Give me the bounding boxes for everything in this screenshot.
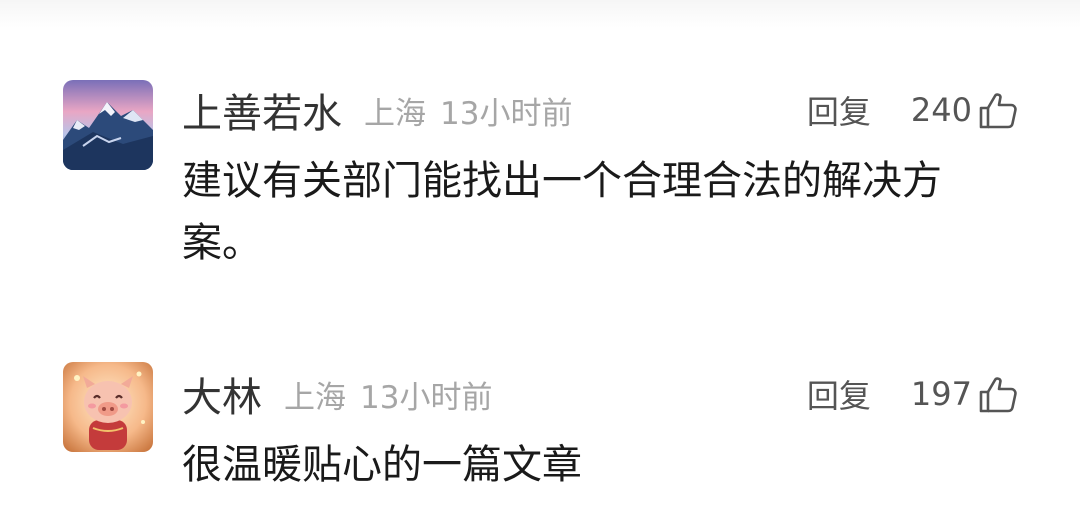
like-count: 240 [910,91,972,129]
location-label: 上海 [364,95,426,132]
like-button[interactable]: 240 [911,88,1020,132]
thumbs-up-icon [979,93,1017,129]
like-count: 197 [910,375,972,413]
top-divider [0,0,1080,28]
reply-button[interactable]: 回复 [807,87,871,133]
comment-meta: 上海 13小时前 [364,88,572,133]
cartoon-pig-avatar-image [63,362,153,452]
like-button[interactable]: 197 [911,372,1020,416]
user-avatar[interactable] [63,80,153,170]
username[interactable]: 大林 [182,365,262,423]
username[interactable]: 上善若水 [182,81,342,139]
reply-button[interactable]: 回复 [807,371,871,417]
comment-text: 很温暖贴心的一篇文章 [182,442,582,488]
timestamp: 13小时前 [360,379,493,416]
location-label: 上海 [284,379,346,416]
comment-text: 建议有关部门能找出一个合理合法的解决方案。 [182,158,942,266]
user-avatar[interactable] [63,362,153,452]
comment-meta: 上海 13小时前 [284,372,492,417]
snowy-mountain-avatar-image [63,80,153,170]
thumbs-up-icon [979,377,1017,413]
timestamp: 13小时前 [440,95,573,132]
